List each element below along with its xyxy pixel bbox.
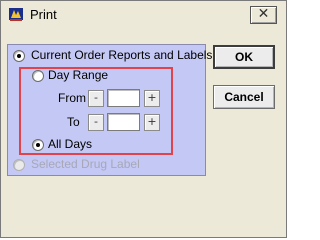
current-order-label: Current Order Reports and Labels	[31, 48, 213, 62]
from-label: From	[58, 91, 86, 105]
title-bar[interactable]: Print ✕	[2, 2, 285, 26]
radio-selected-dot	[36, 143, 40, 147]
selected-drug-label-text: Selected Drug Label	[31, 157, 140, 171]
cancel-button[interactable]: Cancel	[213, 85, 275, 109]
radio-selected-dot	[17, 54, 21, 58]
current-order-radio[interactable]	[13, 50, 25, 62]
plus-icon: +	[147, 91, 157, 104]
day-range-radio[interactable]	[32, 70, 44, 82]
selected-drug-label-radio	[13, 159, 25, 171]
all-days-radio[interactable]	[32, 139, 44, 151]
ok-button[interactable]: OK	[213, 45, 275, 69]
window-title: Print	[30, 7, 57, 22]
to-field[interactable]	[107, 113, 140, 131]
to-increment-button[interactable]: +	[144, 114, 160, 131]
from-field[interactable]	[107, 89, 140, 107]
minus-icon: -	[94, 91, 98, 104]
to-label: To	[67, 115, 80, 129]
to-decrement-button[interactable]: -	[88, 114, 104, 131]
all-days-label: All Days	[48, 137, 93, 151]
from-decrement-button[interactable]: -	[88, 90, 104, 107]
day-range-label: Day Range	[48, 68, 109, 82]
from-increment-button[interactable]: +	[144, 90, 160, 107]
close-button[interactable]: ✕	[250, 6, 277, 24]
print-dialog: Print ✕ Current Order Reports and Labels…	[0, 0, 287, 238]
app-icon	[8, 6, 24, 22]
plus-icon: +	[147, 115, 157, 128]
close-icon: ✕	[257, 6, 270, 22]
minus-icon: -	[94, 115, 98, 128]
